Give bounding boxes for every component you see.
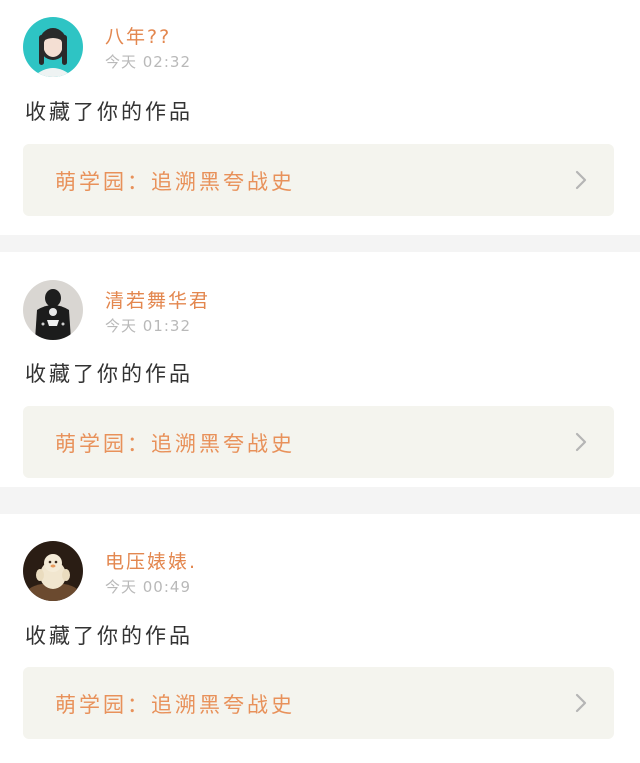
user-avatar[interactable]: [23, 17, 83, 77]
timestamp: 今天 00:49: [105, 578, 191, 596]
notification-item: 电压婊婊. 今天 00:49 收藏了你的作品 萌学园：追溯黑夸战史: [0, 514, 640, 763]
action-text: 收藏了你的作品: [25, 362, 193, 386]
work-link[interactable]: 萌学园：追溯黑夸战史: [23, 406, 614, 478]
action-text: 收藏了你的作品: [25, 624, 193, 648]
timestamp: 今天 01:32: [105, 317, 191, 335]
work-link[interactable]: 萌学园：追溯黑夸战史: [23, 667, 614, 739]
username[interactable]: 电压婊婊.: [105, 547, 197, 574]
notification-item: 清若舞华君 今天 01:32 收藏了你的作品 萌学园：追溯黑夸战史: [0, 252, 640, 487]
work-title: 萌学园：追溯黑夸战史: [55, 170, 295, 194]
user-avatar[interactable]: [23, 280, 83, 340]
work-link[interactable]: 萌学园：追溯黑夸战史: [23, 144, 614, 216]
action-text: 收藏了你的作品: [25, 100, 193, 124]
toy-figure-avatar-icon: [23, 541, 83, 601]
notification-item: 八年?? 今天 02:32 收藏了你的作品 萌学园：追溯黑夸战史: [0, 0, 640, 235]
girl-portrait-avatar-icon: [23, 17, 83, 77]
work-title: 萌学园：追溯黑夸战史: [55, 693, 295, 717]
chevron-right-icon: [574, 170, 588, 190]
chevron-right-icon: [574, 693, 588, 713]
dark-outfit-portrait-avatar-icon: [23, 280, 83, 340]
timestamp: 今天 02:32: [105, 53, 191, 71]
username[interactable]: 清若舞华君: [105, 286, 210, 313]
username[interactable]: 八年??: [105, 22, 171, 49]
work-title: 萌学园：追溯黑夸战史: [55, 432, 295, 456]
favorites-notification-list: 八年?? 今天 02:32 收藏了你的作品 萌学园：追溯黑夸战史 清若舞华君 今…: [0, 0, 640, 763]
user-avatar[interactable]: [23, 541, 83, 601]
chevron-right-icon: [574, 432, 588, 452]
